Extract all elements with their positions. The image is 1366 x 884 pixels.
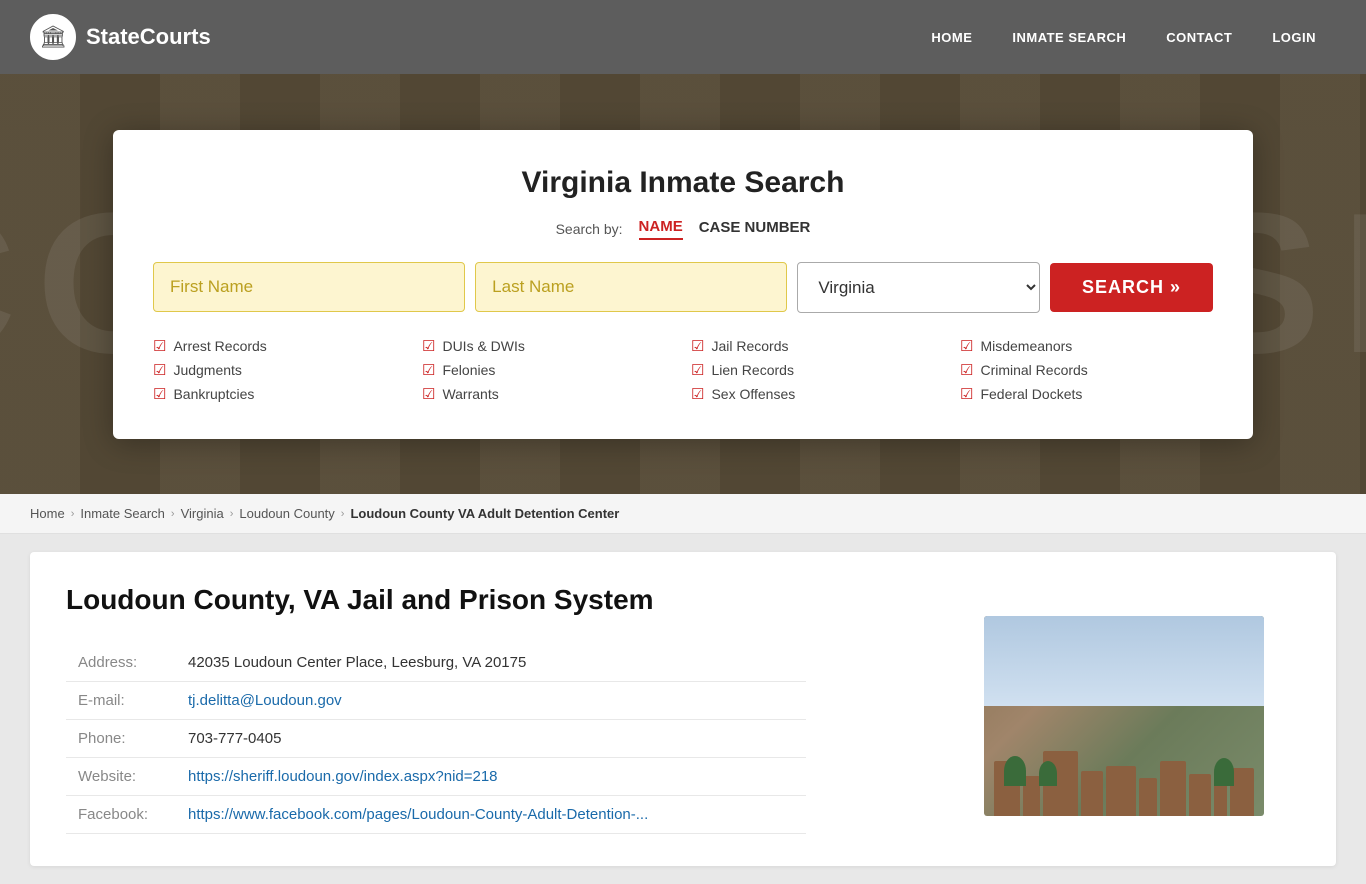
- feature-arrest-records: ☑ Arrest Records: [153, 337, 406, 355]
- feature-label: Jail Records: [711, 338, 788, 354]
- features-grid: ☑ Arrest Records ☑ DUIs & DWIs ☑ Jail Re…: [153, 337, 1213, 403]
- content-section: Loudoun County, VA Jail and Prison Syste…: [30, 552, 1336, 866]
- logo-link[interactable]: 🏛 StateCourts: [30, 14, 211, 60]
- facility-image: [984, 616, 1264, 816]
- feature-label: DUIs & DWIs: [442, 338, 524, 354]
- field-label: Address:: [66, 644, 176, 682]
- field-value-facebook: https://www.facebook.com/pages/Loudoun-C…: [176, 796, 806, 834]
- field-label: Website:: [66, 758, 176, 796]
- breadcrumb-loudoun-county[interactable]: Loudoun County: [239, 506, 334, 521]
- check-icon: ☑: [422, 337, 435, 355]
- breadcrumb-current: Loudoun County VA Adult Detention Center: [350, 506, 619, 521]
- check-icon: ☑: [960, 361, 973, 379]
- feature-label: Felonies: [442, 362, 495, 378]
- field-value-phone: 703-777-0405: [176, 720, 806, 758]
- feature-label: Warrants: [442, 386, 498, 402]
- breadcrumb-sep: ›: [230, 508, 234, 520]
- field-label: Phone:: [66, 720, 176, 758]
- feature-federal-dockets: ☑ Federal Dockets: [960, 385, 1213, 403]
- tab-name[interactable]: NAME: [639, 218, 683, 240]
- check-icon: ☑: [422, 385, 435, 403]
- breadcrumb-sep: ›: [171, 508, 175, 520]
- feature-label: Lien Records: [711, 362, 794, 378]
- logo-text: StateCourts: [86, 24, 211, 50]
- navbar: 🏛 StateCourts HOME INMATE SEARCH CONTACT…: [0, 0, 1366, 74]
- first-name-input[interactable]: [153, 262, 465, 312]
- feature-felonies: ☑ Felonies: [422, 361, 675, 379]
- search-card-title: Virginia Inmate Search: [153, 166, 1213, 200]
- feature-label: Sex Offenses: [711, 386, 795, 402]
- feature-label: Bankruptcies: [173, 386, 254, 402]
- field-value-address: 42035 Loudoun Center Place, Leesburg, VA…: [176, 644, 806, 682]
- feature-label: Criminal Records: [980, 362, 1087, 378]
- table-row: Address: 42035 Loudoun Center Place, Lee…: [66, 644, 806, 682]
- website-link[interactable]: https://sheriff.loudoun.gov/index.aspx?n…: [188, 768, 498, 785]
- breadcrumb-sep: ›: [71, 508, 75, 520]
- search-by-row: Search by: NAME CASE NUMBER: [153, 218, 1213, 240]
- state-select[interactable]: Virginia Alabama Alaska Arizona Californ…: [797, 262, 1040, 313]
- facebook-link[interactable]: https://www.facebook.com/pages/Loudoun-C…: [188, 806, 648, 823]
- feature-duis: ☑ DUIs & DWIs: [422, 337, 675, 355]
- table-row: Website: https://sheriff.loudoun.gov/ind…: [66, 758, 806, 796]
- search-card: Virginia Inmate Search Search by: NAME C…: [113, 130, 1253, 439]
- feature-label: Judgments: [173, 362, 241, 378]
- nav-home[interactable]: HOME: [911, 2, 992, 73]
- table-row: Phone: 703-777-0405: [66, 720, 806, 758]
- feature-lien-records: ☑ Lien Records: [691, 361, 944, 379]
- breadcrumb-inmate-search[interactable]: Inmate Search: [80, 506, 165, 521]
- check-icon: ☑: [153, 385, 166, 403]
- search-button[interactable]: SEARCH »: [1050, 263, 1213, 312]
- field-value-email: tj.delitta@Loudoun.gov: [176, 682, 806, 720]
- feature-warrants: ☑ Warrants: [422, 385, 675, 403]
- feature-label: Federal Dockets: [980, 386, 1082, 402]
- feature-criminal-records: ☑ Criminal Records: [960, 361, 1213, 379]
- last-name-input[interactable]: [475, 262, 787, 312]
- hero-section: COURTHOUSE Virginia Inmate Search Search…: [0, 74, 1366, 494]
- breadcrumb: Home › Inmate Search › Virginia › Loudou…: [0, 494, 1366, 534]
- feature-sex-offenses: ☑ Sex Offenses: [691, 385, 944, 403]
- feature-label: Misdemeanors: [980, 338, 1072, 354]
- feature-bankruptcies: ☑ Bankruptcies: [153, 385, 406, 403]
- feature-jail-records: ☑ Jail Records: [691, 337, 944, 355]
- table-row: Facebook: https://www.facebook.com/pages…: [66, 796, 806, 834]
- nav-inmate-search[interactable]: INMATE SEARCH: [992, 2, 1146, 73]
- facility-image-placeholder: [984, 616, 1264, 816]
- check-icon: ☑: [422, 361, 435, 379]
- field-value-website: https://sheriff.loudoun.gov/index.aspx?n…: [176, 758, 806, 796]
- check-icon: ☑: [960, 385, 973, 403]
- breadcrumb-virginia[interactable]: Virginia: [181, 506, 224, 521]
- search-inputs-row: Virginia Alabama Alaska Arizona Californ…: [153, 262, 1213, 313]
- check-icon: ☑: [153, 337, 166, 355]
- tab-case-number[interactable]: CASE NUMBER: [699, 219, 811, 239]
- feature-misdemeanors: ☑ Misdemeanors: [960, 337, 1213, 355]
- breadcrumb-home[interactable]: Home: [30, 506, 65, 521]
- breadcrumb-sep: ›: [341, 508, 345, 520]
- content-inner: Loudoun County, VA Jail and Prison Syste…: [66, 584, 1300, 834]
- check-icon: ☑: [153, 361, 166, 379]
- nav-contact[interactable]: CONTACT: [1146, 2, 1252, 73]
- field-label: Facebook:: [66, 796, 176, 834]
- info-table: Address: 42035 Loudoun Center Place, Lee…: [66, 644, 806, 834]
- field-label: E-mail:: [66, 682, 176, 720]
- search-by-label: Search by:: [556, 221, 623, 237]
- logo-icon: 🏛: [30, 14, 76, 60]
- check-icon: ☑: [691, 361, 704, 379]
- check-icon: ☑: [691, 385, 704, 403]
- content-title: Loudoun County, VA Jail and Prison Syste…: [66, 584, 1300, 616]
- email-link[interactable]: tj.delitta@Loudoun.gov: [188, 692, 342, 709]
- nav-login[interactable]: LOGIN: [1252, 2, 1336, 73]
- check-icon: ☑: [960, 337, 973, 355]
- table-row: E-mail: tj.delitta@Loudoun.gov: [66, 682, 806, 720]
- feature-label: Arrest Records: [173, 338, 266, 354]
- nav-links: HOME INMATE SEARCH CONTACT LOGIN: [911, 2, 1336, 73]
- check-icon: ☑: [691, 337, 704, 355]
- feature-judgments: ☑ Judgments: [153, 361, 406, 379]
